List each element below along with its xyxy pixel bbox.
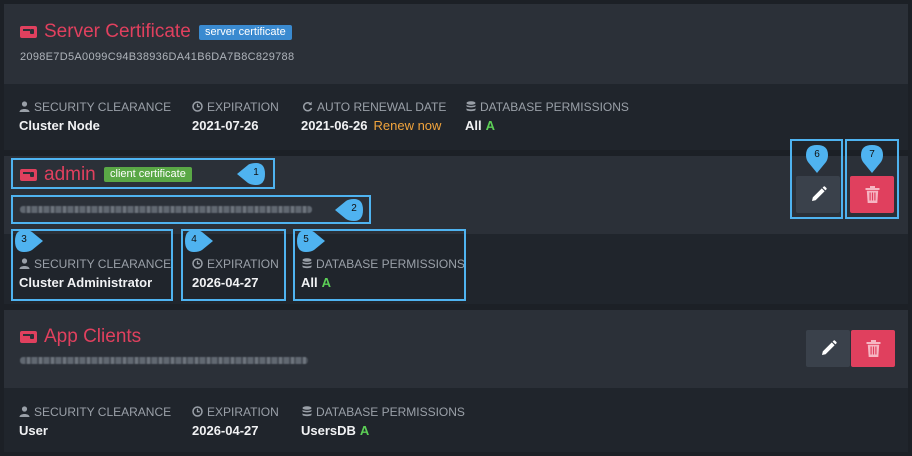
database-permissions-value: All A bbox=[465, 118, 496, 133]
delete-app-clients-certificate-button[interactable] bbox=[851, 330, 895, 367]
database-permissions-label: DATABASE PERMISSIONS bbox=[466, 100, 629, 114]
auto-renewal-value: 2021-06-26 Renew now bbox=[301, 118, 441, 134]
callout-marker-3: 3 bbox=[14, 230, 44, 252]
callout-marker-6: 6 bbox=[805, 144, 829, 174]
renew-now-link[interactable]: Renew now bbox=[374, 118, 442, 133]
security-clearance-label: SECURITY CLEARANCE bbox=[19, 405, 171, 419]
app-clients-certificate-thumbprint bbox=[20, 357, 308, 364]
app-clients-certificate-details bbox=[4, 388, 908, 452]
access-level-indicator: A bbox=[485, 118, 496, 133]
expiration-label: EXPIRATION bbox=[192, 100, 279, 114]
server-certificate-title: Server Certificate bbox=[44, 21, 191, 42]
server-certificate-details bbox=[4, 84, 908, 150]
clock-icon bbox=[192, 101, 203, 112]
server-certificate-header bbox=[4, 4, 908, 84]
callout-marker-4: 4 bbox=[184, 230, 214, 252]
expiration-label: EXPIRATION bbox=[192, 405, 279, 419]
user-icon bbox=[19, 406, 30, 417]
access-level-indicator: A bbox=[359, 423, 370, 438]
app-clients-certificate-header bbox=[4, 310, 908, 388]
auto-renewal-date: 2021-06-26 bbox=[301, 118, 368, 133]
trash-icon bbox=[866, 340, 880, 357]
app-clients-certificate-title: App Clients bbox=[44, 326, 142, 347]
user-icon bbox=[19, 101, 30, 112]
callout-box-2 bbox=[11, 195, 371, 224]
server-certificate-badge: server certificate bbox=[199, 25, 292, 40]
security-clearance-label: SECURITY CLEARANCE bbox=[19, 100, 171, 114]
expiration-value: 2026-04-27 bbox=[192, 423, 259, 438]
edit-app-clients-certificate-button[interactable] bbox=[806, 330, 850, 367]
certificate-icon bbox=[20, 331, 37, 343]
callout-marker-2: 2 bbox=[334, 199, 364, 221]
refresh-icon bbox=[302, 101, 313, 112]
callout-marker-1: 1 bbox=[236, 163, 266, 185]
certificate-icon bbox=[20, 26, 37, 38]
server-certificate-thumbprint: 2098E7D5A0099C94B38936DA41B6DA7B8C829788 bbox=[20, 51, 295, 63]
database-icon bbox=[466, 101, 476, 112]
clock-icon bbox=[192, 406, 203, 417]
callout-marker-5: 5 bbox=[296, 230, 326, 252]
database-icon bbox=[302, 406, 312, 417]
callout-marker-7: 7 bbox=[860, 144, 884, 174]
pencil-icon bbox=[821, 340, 837, 355]
expiration-value: 2021-07-26 bbox=[192, 118, 259, 133]
database-permissions-label: DATABASE PERMISSIONS bbox=[302, 405, 465, 419]
security-clearance-value: Cluster Node bbox=[19, 118, 100, 133]
security-clearance-value: User bbox=[19, 423, 48, 438]
database-permissions-value: UsersDB A bbox=[301, 423, 370, 438]
auto-renewal-label: AUTO RENEWAL DATE bbox=[302, 100, 446, 114]
